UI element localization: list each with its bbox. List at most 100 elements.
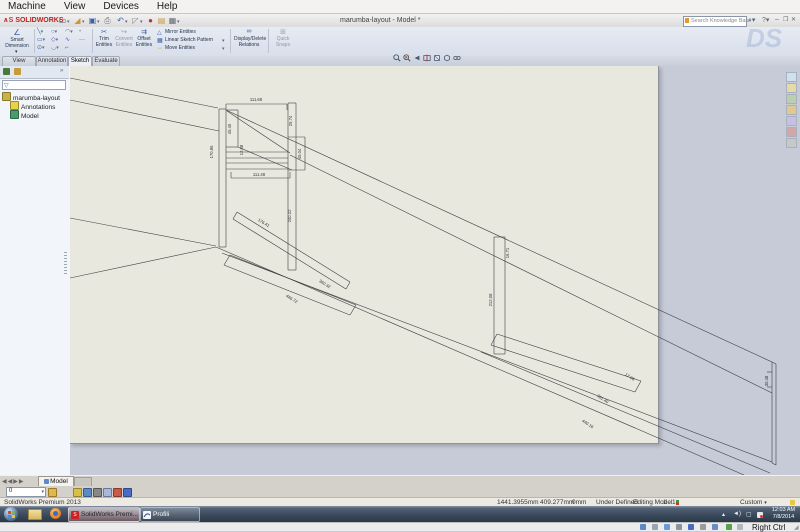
trim-entities-button[interactable]: ✂ Trim Entities bbox=[95, 28, 113, 36]
toolbar-more-icon[interactable]: ▦ bbox=[168, 16, 177, 25]
sketch-b-icon[interactable] bbox=[123, 488, 132, 497]
polygon-tool-icon[interactable]: ◇▾ bbox=[51, 37, 58, 44]
start-button[interactable] bbox=[4, 507, 18, 521]
vm-menu-view[interactable]: View bbox=[64, 1, 86, 12]
tree-item-model[interactable]: Model bbox=[10, 110, 39, 121]
custom-properties-icon[interactable] bbox=[786, 127, 797, 137]
search-box[interactable]: Search Knowledge Base bbox=[683, 16, 747, 27]
tab-view-layout[interactable]: View Layout bbox=[2, 56, 36, 66]
centerline-tool-icon[interactable]: — bbox=[79, 37, 85, 44]
vbox-features-icon[interactable] bbox=[726, 524, 732, 530]
solidworks-taskbar-button[interactable]: S SolidWorks Premi... bbox=[68, 507, 140, 522]
sketch-canvas[interactable]: 111.6845.40170.8612.0825.7445.04111.4824… bbox=[70, 66, 800, 475]
undo-icon[interactable]: ↶ bbox=[116, 16, 125, 25]
vbox-audio-icon[interactable] bbox=[664, 524, 670, 530]
open-caret-icon[interactable]: ▾ bbox=[82, 19, 85, 25]
undo-caret-icon[interactable]: ▾ bbox=[125, 19, 128, 25]
ellipse-tool-icon[interactable]: ◡▾ bbox=[51, 45, 59, 52]
restore-icon[interactable]: ❐ bbox=[783, 16, 788, 23]
stop-tool-icon[interactable] bbox=[113, 488, 122, 497]
tray-show-hidden-icon[interactable]: ▴ bbox=[722, 511, 725, 518]
fillet-tool-icon[interactable]: ⌐ bbox=[65, 45, 69, 52]
new-document-icon[interactable]: ▭ bbox=[58, 16, 67, 25]
mirror-entities-button[interactable]: Mirror Entities bbox=[165, 30, 196, 36]
select-caret-icon[interactable]: ▾ bbox=[140, 19, 143, 25]
smart-dimension-button[interactable]: ∠ Smart Dimension ▾ bbox=[2, 28, 32, 54]
save-icon[interactable]: ▣ bbox=[88, 16, 97, 25]
tray-volume-icon[interactable]: ◄) bbox=[733, 511, 741, 517]
convert-entities-button[interactable]: ↪ Convert Entities bbox=[115, 28, 133, 36]
panel-splitter-handle[interactable] bbox=[64, 252, 67, 274]
slot-tool-icon[interactable]: ⊙▾ bbox=[37, 45, 45, 52]
vm-menu-help[interactable]: Help bbox=[157, 1, 178, 12]
minimize-icon[interactable]: – bbox=[775, 16, 779, 23]
circle-tool-icon[interactable]: ○▾ bbox=[51, 29, 57, 36]
feature-tree-tab-icon[interactable] bbox=[3, 68, 10, 75]
smart-dimension-caret-icon[interactable]: ▾ bbox=[15, 50, 18, 56]
rectangle-tool-icon[interactable]: ▭▾ bbox=[37, 37, 45, 44]
options-icon[interactable]: ▤ bbox=[157, 16, 166, 25]
spline-tool-icon[interactable]: ∿ bbox=[65, 37, 70, 44]
vbox-network-icon[interactable] bbox=[676, 524, 682, 530]
view-palette-icon[interactable] bbox=[786, 105, 797, 115]
tip-of-day-icon[interactable] bbox=[790, 500, 795, 505]
vbox-shared-folders-icon[interactable] bbox=[700, 524, 706, 530]
graphics-viewport[interactable]: 111.6845.40170.8612.0825.7445.04111.4824… bbox=[70, 66, 800, 475]
quick-tips-stoplight-icon[interactable] bbox=[676, 500, 679, 505]
design-library-icon[interactable] bbox=[786, 83, 797, 93]
view-orientation-icon[interactable] bbox=[433, 54, 441, 62]
forum-icon[interactable] bbox=[786, 138, 797, 148]
vbox-mouse-icon[interactable] bbox=[737, 524, 743, 530]
folder-tool-icon[interactable] bbox=[48, 488, 57, 497]
list-tool-icon[interactable] bbox=[93, 488, 102, 497]
tray-action-center-icon[interactable] bbox=[757, 512, 763, 518]
vbox-optical-icon[interactable] bbox=[652, 524, 658, 530]
grid-tool-icon[interactable] bbox=[103, 488, 112, 497]
line-tool-icon[interactable]: ╲▾ bbox=[37, 29, 43, 36]
section-view-icon[interactable] bbox=[423, 54, 431, 62]
linear-pattern-button[interactable]: Linear Sketch Pattern bbox=[165, 38, 213, 44]
rebuild-icon[interactable]: ● bbox=[146, 16, 155, 25]
vbox-usb-icon[interactable] bbox=[688, 524, 694, 530]
tree-filter-input[interactable]: ▽ bbox=[2, 80, 66, 90]
explorer-taskbar-icon[interactable] bbox=[28, 509, 42, 520]
display-style-icon[interactable] bbox=[443, 54, 451, 62]
print-icon[interactable]: ⎙ bbox=[103, 16, 112, 25]
panel-chevron-icon[interactable]: » bbox=[60, 68, 63, 74]
zoom-fit-icon[interactable] bbox=[393, 54, 401, 62]
display-delete-relations-button[interactable]: ∞ Display/Delete Relations bbox=[234, 28, 264, 35]
tab-sketch[interactable]: Sketch bbox=[68, 56, 92, 66]
point-tool-icon[interactable]: • bbox=[79, 29, 81, 36]
zoom-area-icon[interactable] bbox=[403, 54, 411, 62]
value-combobox[interactable]: 0▾ bbox=[6, 487, 46, 497]
open-icon[interactable]: ◢ bbox=[73, 16, 82, 25]
quick-snaps-button[interactable]: ⊞ Quick Snaps bbox=[272, 28, 294, 36]
vbox-hdd-icon[interactable] bbox=[640, 524, 646, 530]
previous-view-icon[interactable] bbox=[413, 54, 421, 62]
new-caret-icon[interactable]: ▾ bbox=[67, 19, 70, 25]
vbox-display-icon[interactable] bbox=[712, 524, 718, 530]
sphere-tool-icon[interactable] bbox=[83, 488, 92, 497]
configuration-selector[interactable]: Custom ▾ bbox=[740, 499, 767, 506]
solidworks-resources-icon[interactable] bbox=[786, 72, 797, 82]
save-caret-icon[interactable]: ▾ bbox=[97, 19, 100, 25]
move-entities-button[interactable]: Move Entities bbox=[165, 46, 195, 52]
profili-taskbar-button[interactable]: Profili bbox=[140, 507, 200, 522]
tray-network-icon[interactable]: ▢ bbox=[746, 511, 752, 518]
tab-scroll-buttons[interactable]: ◀◀▶▶ bbox=[2, 478, 24, 485]
appearances-icon[interactable] bbox=[786, 116, 797, 126]
vm-menu-devices[interactable]: Devices bbox=[103, 1, 139, 12]
arc-tool-icon[interactable]: ◠▾ bbox=[65, 29, 73, 36]
close-icon[interactable]: ✕ bbox=[791, 16, 796, 23]
offset-entities-button[interactable]: ⇉ Offset Entities bbox=[135, 28, 153, 36]
firefox-taskbar-icon[interactable] bbox=[50, 508, 61, 519]
tab-evaluate[interactable]: Evaluate bbox=[92, 56, 120, 66]
open-sketch-icon[interactable] bbox=[73, 488, 82, 497]
vm-menu-machine[interactable]: Machine bbox=[8, 1, 46, 12]
hide-show-items-icon[interactable] bbox=[453, 54, 461, 62]
more-caret-icon[interactable]: ▾ bbox=[177, 19, 180, 25]
taskbar-clock[interactable]: 12:03 AM 7/8/2014 bbox=[768, 507, 799, 521]
property-tab-icon[interactable] bbox=[14, 68, 21, 75]
select-icon[interactable]: ◸ bbox=[131, 16, 140, 25]
file-explorer-icon[interactable] bbox=[786, 94, 797, 104]
